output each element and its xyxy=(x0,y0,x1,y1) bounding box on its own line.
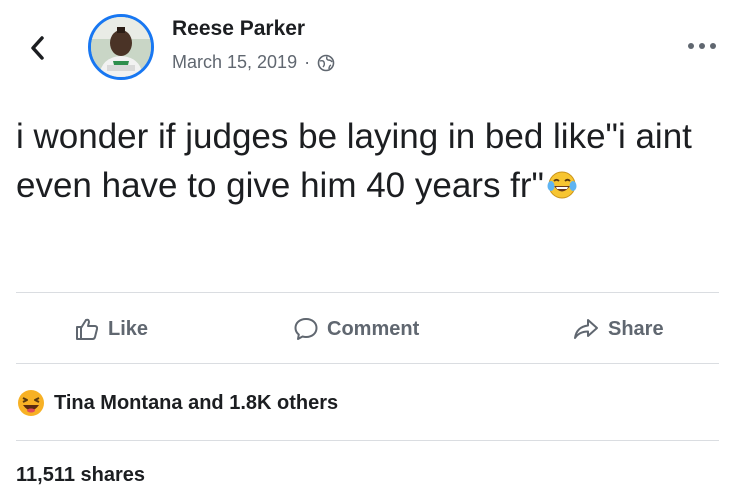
share-count[interactable]: 11,511 shares xyxy=(16,464,145,487)
thumbs-up-icon xyxy=(76,318,99,340)
divider xyxy=(16,363,719,364)
avatar-image xyxy=(91,17,151,77)
post-date[interactable]: March 15, 2019 xyxy=(172,52,297,73)
post-header: Reese Parker March 15, 2019 · xyxy=(0,0,735,95)
comment-label: Comment xyxy=(327,317,420,340)
reactions-summary[interactable]: Tina Montana and 1.8K others xyxy=(16,388,338,418)
post-text: i wonder if judges be laying in bed like… xyxy=(16,117,692,205)
divider xyxy=(16,440,719,441)
comment-bubble-icon xyxy=(294,318,318,340)
post-meta: March 15, 2019 · xyxy=(172,52,335,73)
like-label: Like xyxy=(108,317,149,340)
post-body: i wonder if judges be laying in bed like… xyxy=(16,112,716,210)
more-options-button[interactable] xyxy=(684,38,720,54)
author-avatar[interactable] xyxy=(88,14,154,80)
face-with-tears-of-joy-icon xyxy=(547,171,577,199)
reactions-text: Tina Montana and 1.8K others xyxy=(54,391,339,414)
share-label: Share xyxy=(608,317,664,340)
meta-separator: · xyxy=(304,52,311,72)
author-name[interactable]: Reese Parker xyxy=(172,17,305,41)
share-button[interactable]: Share xyxy=(572,298,664,360)
comment-button[interactable]: Comment xyxy=(293,298,419,360)
like-button[interactable]: Like xyxy=(74,298,148,360)
divider xyxy=(16,292,719,293)
chevron-left-icon xyxy=(31,36,44,60)
haha-reaction-icon xyxy=(18,390,44,416)
more-horizontal-icon xyxy=(688,43,716,49)
share-arrow-icon xyxy=(574,319,598,339)
globe-icon xyxy=(317,54,335,71)
action-bar: Like Comment Share xyxy=(0,298,735,360)
back-button[interactable] xyxy=(22,30,52,66)
